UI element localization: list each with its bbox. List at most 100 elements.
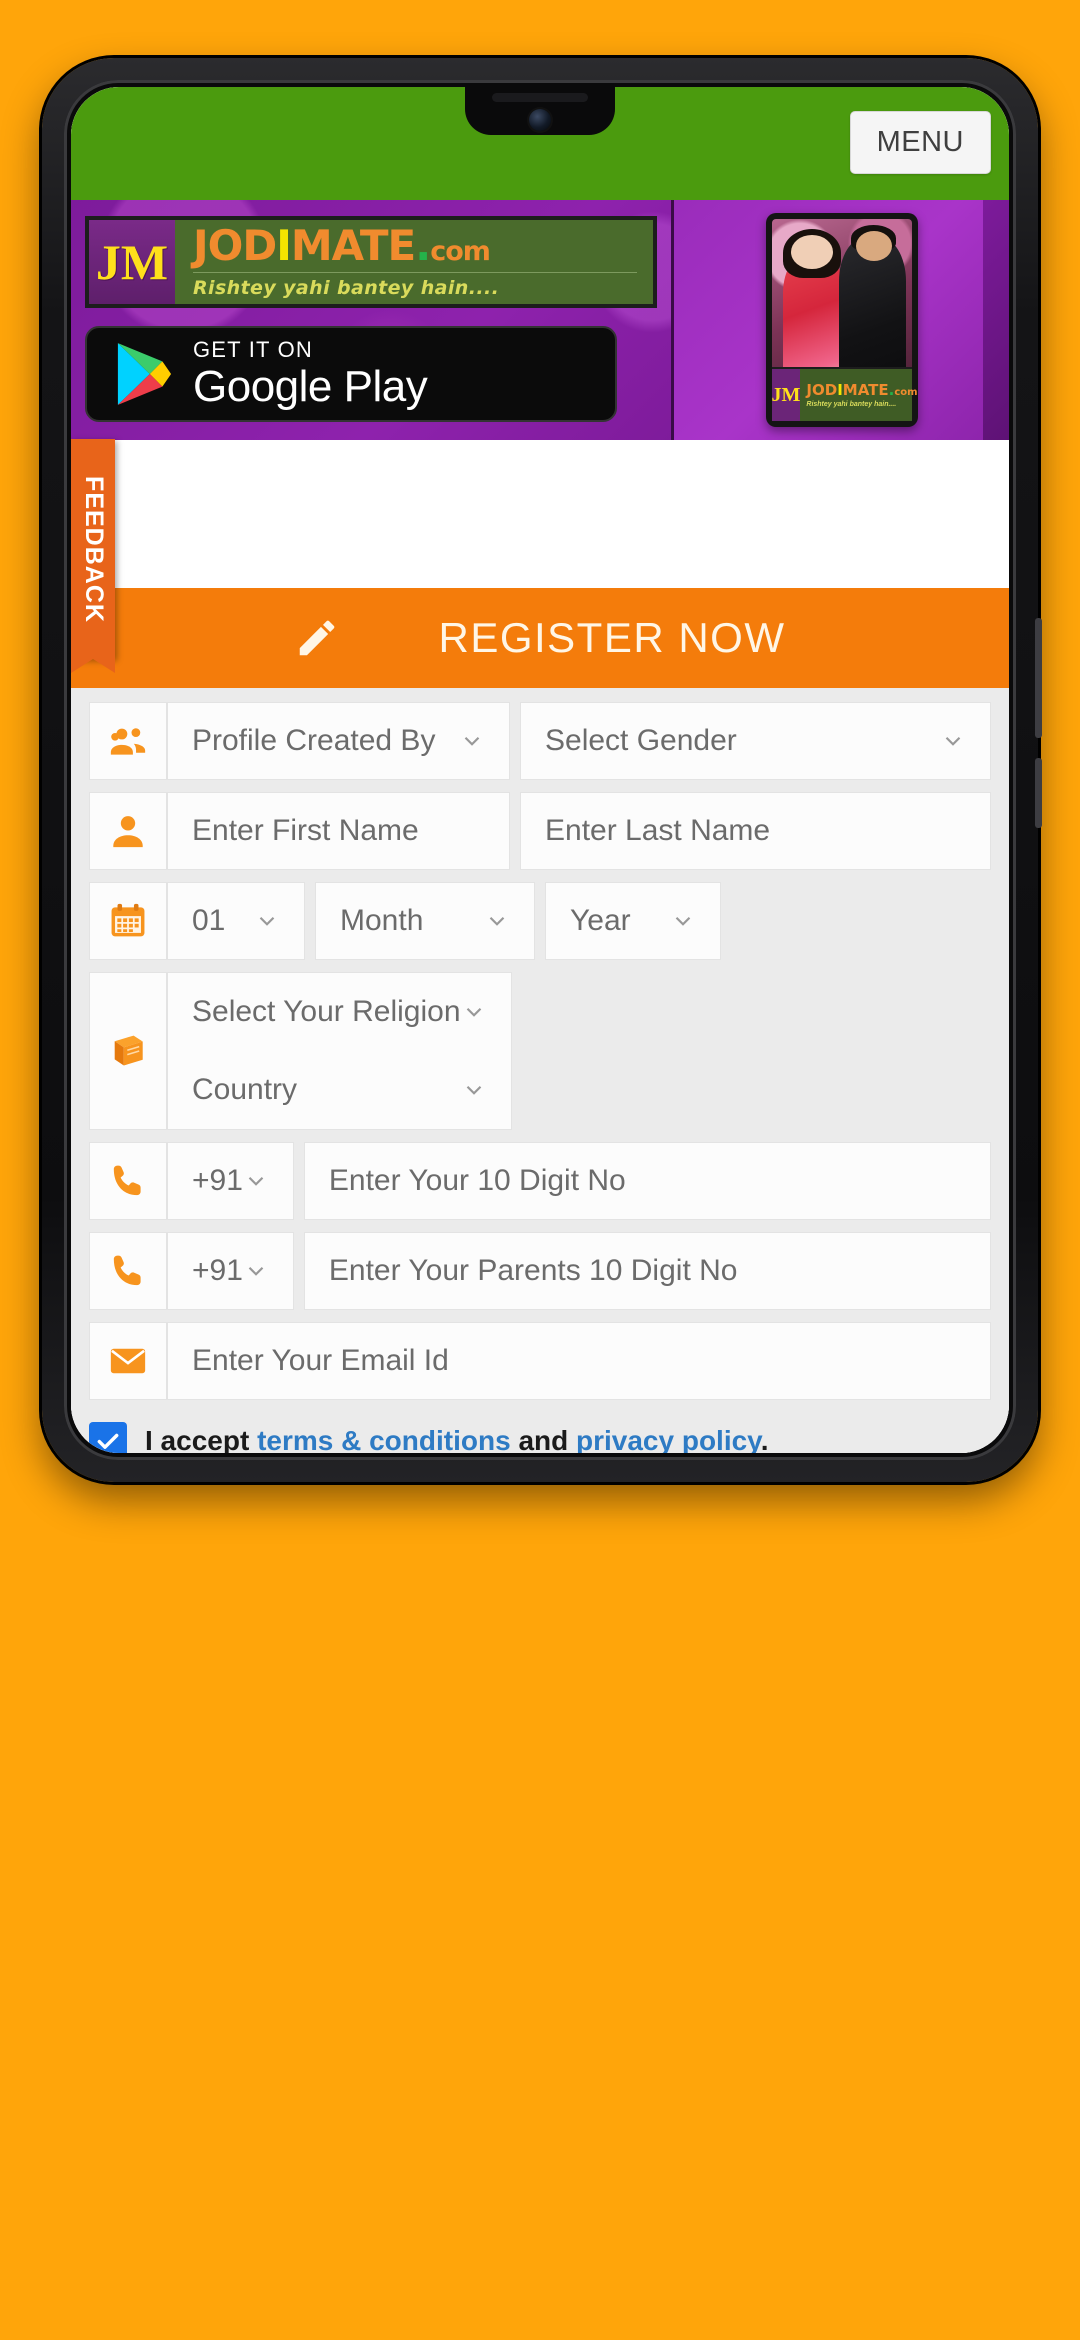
dob-month-value: Month [340,904,424,937]
envelope-icon-cell [89,1322,167,1400]
form-row-profile-gender: Profile Created By Select Gender [89,702,991,780]
country-select[interactable]: Country [168,1051,511,1129]
profile-created-by-select[interactable]: Profile Created By [167,702,510,780]
logo-wordmark-group: JODIMATE.com Rishtey yahi bantey hain...… [175,220,653,304]
profile-created-by-value: Profile Created By [192,724,436,757]
logo-word-jod: JOD [193,221,277,270]
feedback-tab[interactable]: FEEDBACK [71,439,115,673]
last-name-input[interactable]: Enter Last Name [520,792,991,870]
chevron-down-icon [248,1176,264,1186]
privacy-policy-link[interactable]: privacy policy [576,1425,761,1453]
menu-button[interactable]: MENU [849,111,991,174]
phone-bezel: MENU JM JODIMATE.com Rishtey yahi bantey… [64,80,1016,1460]
email-group: Enter Your Email Id [89,1322,991,1400]
dob-month-select[interactable]: Month [315,882,535,960]
banner-right-column: JM JODIMATE.com Rishtey yahi bantey hain… [671,200,1009,440]
photo-logo-strip: JM JODIMATE.com Rishtey yahi bantey hain… [771,367,918,421]
dob-year-select[interactable]: Year [545,882,721,960]
logo-word-mate: MATE [290,221,416,270]
users-icon [110,728,146,755]
book-icon-cell [89,972,167,1130]
religion-select[interactable]: Select Your Religion [168,973,511,1051]
phone-code-group: +91 [89,1142,294,1220]
user-icon [113,816,143,848]
photo-strip-com: com [894,386,918,398]
religion-value: Select Your Religion [192,995,461,1028]
screenshot-root: MENU JM JODIMATE.com Rishtey yahi bantey… [0,0,1080,2340]
first-name-input[interactable]: Enter First Name [167,792,510,870]
phone-icon-cell [89,1142,167,1220]
parent-phone-number-input[interactable]: Enter Your Parents 10 Digit No [303,1232,991,1310]
chevron-down-icon [466,1007,481,1017]
photo-strip-mate: MATE [842,380,889,399]
dob-day-value: 01 [192,904,226,937]
phone-number-placeholder: Enter Your 10 Digit No [328,1164,626,1197]
form-row-name: Enter First Name Enter Last Name [89,792,991,870]
volume-button[interactable] [1035,618,1042,738]
first-name-group: Enter First Name [89,792,510,870]
phone-notch [465,87,615,135]
last-name-placeholder: Enter Last Name [545,814,771,847]
parent-phone-code-group: +91 [89,1232,294,1310]
parent-phone-country-code-value: +91 [192,1254,243,1287]
accept-terms-checkbox[interactable] [89,1422,127,1453]
photo-strip-tagline: Rishtey yahi bantey hain.... [806,400,897,408]
form-row-religion-country: Select Your Religion Country [89,972,991,1130]
front-camera-icon [529,109,551,131]
chevron-down-icon [489,916,505,926]
banner-far-edge [983,200,1009,440]
parent-phone-country-code-select[interactable]: +91 [167,1232,294,1310]
gender-select[interactable]: Select Gender [520,702,991,780]
photo-strip-jod: JOD [806,380,838,399]
profile-created-by-group: Profile Created By [89,702,510,780]
banner-left-column: JM JODIMATE.com Rishtey yahi bantey hain… [71,200,671,440]
phone-country-code-value: +91 [192,1164,243,1197]
chevron-down-icon [259,916,275,926]
religion-country-group: Select Your Religion Country [89,972,991,1130]
dob-day-group: 01 [89,882,305,960]
phone-device-frame: MENU JM JODIMATE.com Rishtey yahi bantey… [42,58,1042,1482]
register-now-title: REGISTER NOW [438,614,786,661]
logo-wordmark: JODIMATE.com [193,225,637,267]
feedback-tab-label: FEEDBACK [79,475,108,623]
phone-icon-cell-2 [89,1232,167,1310]
form-row-parent-phone: +91 Enter Your Parents 10 Digit No [89,1232,991,1310]
content-gap [71,440,1009,588]
phone-number-input[interactable]: Enter Your 10 Digit No [303,1142,991,1220]
terms-row: I accept terms & conditions and privacy … [89,1422,991,1453]
email-placeholder: Enter Your Email Id [192,1344,449,1377]
terms-text: I accept terms & conditions and privacy … [145,1425,768,1453]
form-row-phone: +91 Enter Your 10 Digit No [89,1142,991,1220]
first-name-placeholder: Enter First Name [192,814,419,847]
hero-banner: JM JODIMATE.com Rishtey yahi bantey hain… [71,200,1009,440]
registration-form: Profile Created By Select Gender Enter F… [71,688,1009,1453]
logo-tagline: Rishtey yahi bantey hain.... [193,272,637,299]
web-page: MENU JM JODIMATE.com Rishtey yahi bantey… [71,87,1009,1453]
google-play-badge[interactable]: GET IT ON Google Play [85,326,617,422]
dob-day-select[interactable]: 01 [167,882,305,960]
power-button[interactable] [1035,758,1042,828]
terms-prefix: I accept [145,1425,250,1453]
phone-country-code-select[interactable]: +91 [167,1142,294,1220]
phone-icon [113,1165,141,1196]
google-play-icon [115,341,173,407]
terms-middle: and [518,1425,569,1453]
chevron-down-icon [675,916,691,926]
calendar-icon-cell [89,882,167,960]
terms-conditions-link[interactable]: terms & conditions [257,1425,511,1453]
country-value: Country [192,1073,298,1106]
google-play-text: GET IT ON Google Play [193,339,428,409]
users-icon-cell [89,702,167,780]
site-logo[interactable]: JM JODIMATE.com Rishtey yahi bantey hain… [85,216,657,308]
user-icon-cell [89,792,167,870]
email-input[interactable]: Enter Your Email Id [167,1322,991,1400]
chevron-down-icon [945,736,961,746]
calendar-icon [111,903,145,937]
envelope-icon [110,1348,146,1374]
logo-monogram: JM [89,220,175,304]
form-row-email: Enter Your Email Id [89,1322,991,1400]
register-now-banner[interactable]: REGISTER NOW [71,588,1009,688]
couple-photo-card: JM JODIMATE.com Rishtey yahi bantey hain… [765,213,918,427]
phone-screen: MENU JM JODIMATE.com Rishtey yahi bantey… [71,87,1009,1453]
chevron-down-icon [248,1266,264,1276]
